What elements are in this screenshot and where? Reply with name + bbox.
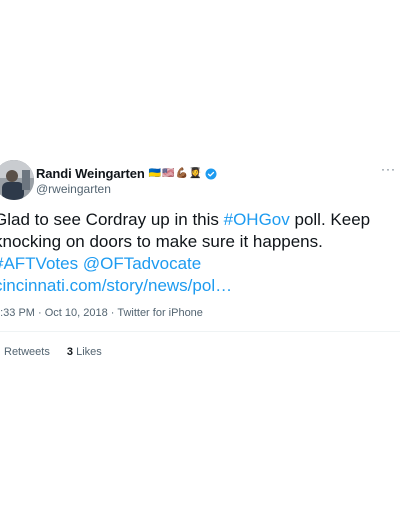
tweet-header: Randi Weingarten 🇺🇦🇺🇸💪🏾👩‍🎓 @rweingarten … [0,160,400,200]
retweets-label: Retweets [4,346,50,358]
tweet-time[interactable]: 1:33 PM [0,307,35,319]
verified-badge-icon [205,168,217,179]
retweets-stat[interactable]: Retweets [4,346,50,358]
tweet-line-4: cincinnati.com/story/news/pol… [0,275,400,297]
divider [0,331,400,332]
engagement-stats: Retweets 3 Likes [4,346,116,358]
more-options-icon[interactable]: ··· [381,162,396,176]
meta-separator: · [107,307,118,319]
tweet-meta: 1:33 PM · Oct 10, 2018 · Twitter for iPh… [0,307,203,319]
url-link[interactable]: cincinnati.com/story/news/pol… [0,276,232,295]
tweet-card: Randi Weingarten 🇺🇦🇺🇸💪🏾👩‍🎓 @rweingarten … [0,0,400,516]
hashtag-link[interactable]: #OHGov [224,210,290,229]
tweet-line-3: #AFTVotes @OFTadvocate [0,253,400,275]
tweet-text: Glad to see Cordray up in this #OHGov po… [0,209,400,297]
user-handle[interactable]: @rweingarten [36,182,111,196]
likes-stat[interactable]: 3 Likes [67,346,102,358]
mention-link[interactable]: @OFTadvocate [83,254,201,273]
name-emojis: 🇺🇦🇺🇸💪🏾👩‍🎓 [148,168,203,179]
meta-separator: · [34,307,45,319]
tweet-text-segment: poll. Keep [289,210,371,229]
tweet-text-segment: knocking on doors to make sure it happen… [0,232,323,251]
likes-label: Likes [76,346,102,358]
tweet-line-1: Glad to see Cordray up in this #OHGov po… [0,209,400,231]
avatar-photo-icon [0,160,34,200]
avatar[interactable] [0,160,34,200]
name-row: Randi Weingarten 🇺🇦🇺🇸💪🏾👩‍🎓 [36,166,217,181]
hashtag-link[interactable]: #AFTVotes [0,254,78,273]
tweet-line-2: knocking on doors to make sure it happen… [0,231,400,253]
tweet-text-segment: Glad to see Cordray up in this [0,210,224,229]
likes-count: 3 [66,346,74,358]
tweet-source: Twitter for iPhone [117,307,203,319]
tweet-date[interactable]: Oct 10, 2018 [45,307,108,319]
display-name[interactable]: Randi Weingarten [36,166,145,181]
